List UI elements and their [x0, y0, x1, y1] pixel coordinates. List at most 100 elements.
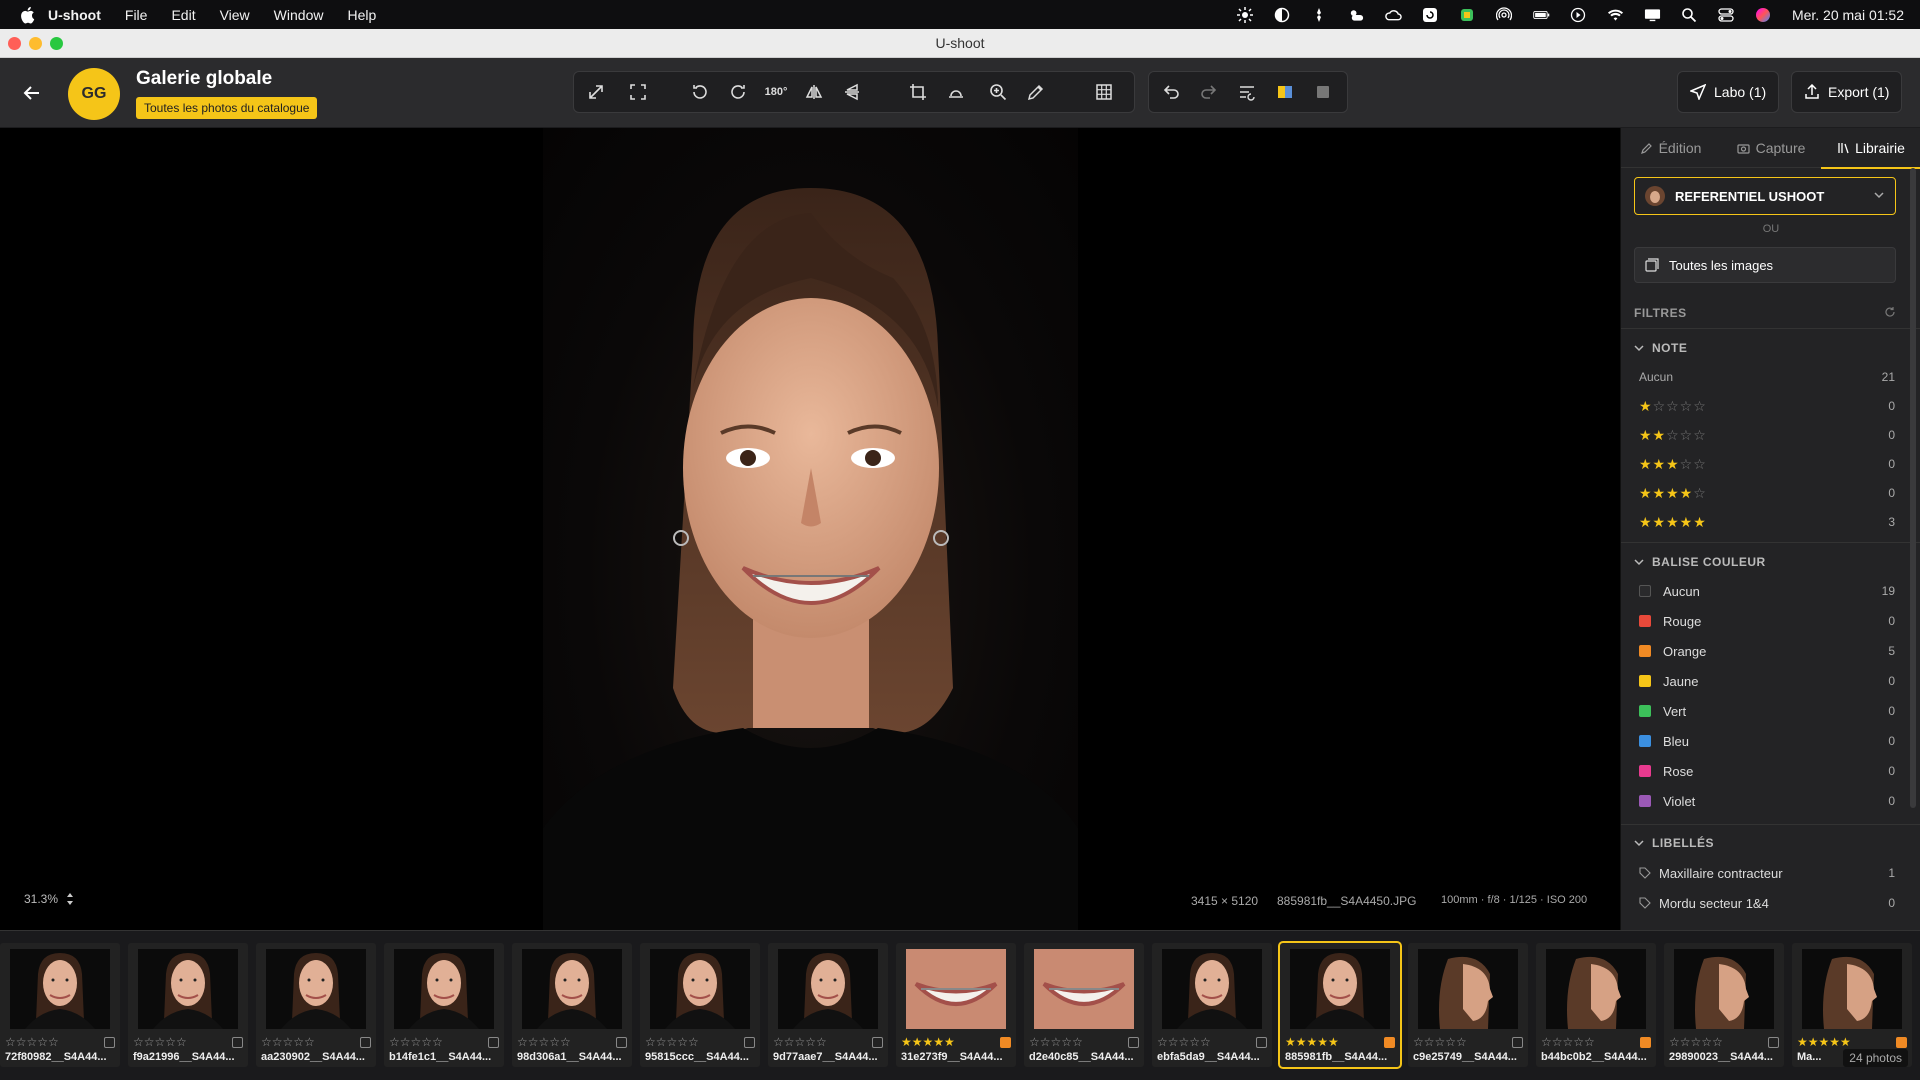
filmstrip-thumb[interactable]: ☆☆☆☆☆ ebfa5da9__S4A44...	[1152, 943, 1272, 1067]
filmstrip-thumb[interactable]: ☆☆☆☆☆ 72f80982__S4A44...	[0, 943, 120, 1067]
color-filter-vert[interactable]: Vert 0	[1639, 699, 1895, 723]
tab-librairie[interactable]: Librairie	[1821, 128, 1920, 169]
thumb-color-tag[interactable]	[1768, 1037, 1779, 1048]
filmstrip-thumb[interactable]: ☆☆☆☆☆ 95815ccc__S4A44...	[640, 943, 760, 1067]
thumb-image[interactable]	[266, 949, 366, 1029]
color-filter-violet[interactable]: Violet 0	[1639, 789, 1895, 813]
rotate-180-button[interactable]: 180°	[758, 72, 794, 112]
filmstrip[interactable]: ☆☆☆☆☆ 72f80982__S4A44... ☆☆☆☆☆ f9a21996__S4…	[0, 930, 1920, 1080]
main-photo[interactable]	[543, 128, 1078, 930]
menu-edit[interactable]: Edit	[171, 7, 195, 23]
thumb-image[interactable]	[1290, 949, 1390, 1029]
play-icon[interactable]	[1570, 6, 1587, 23]
color-filter-jaune[interactable]: Jaune 0	[1639, 669, 1895, 693]
thumb-color-tag[interactable]	[1000, 1037, 1011, 1048]
color-filter-rouge[interactable]: Rouge 0	[1639, 609, 1895, 633]
cloud-icon[interactable]	[1385, 6, 1402, 23]
thumb-rating-stars[interactable]: ☆☆☆☆☆	[1157, 1035, 1211, 1049]
avatar[interactable]: GG	[68, 68, 120, 120]
rating-filter-2[interactable]: ★★☆☆☆ 0	[1639, 423, 1895, 447]
menu-view[interactable]: View	[220, 7, 250, 23]
reset-icon[interactable]	[1884, 306, 1896, 318]
thumb-image[interactable]	[1546, 949, 1646, 1029]
thumb-image[interactable]	[138, 949, 238, 1029]
filmstrip-thumb[interactable]: ★★★★★ 31e273f9__S4A44...	[896, 943, 1016, 1067]
wifi-icon[interactable]	[1607, 6, 1624, 23]
thumb-rating-stars[interactable]: ☆☆☆☆☆	[133, 1035, 187, 1049]
color-filter-bleu[interactable]: Bleu 0	[1639, 729, 1895, 753]
label-filter[interactable]: Maxillaire contracteur 1	[1639, 861, 1895, 885]
filmstrip-thumb[interactable]: ☆☆☆☆☆ c9e25749__S4A44...	[1408, 943, 1528, 1067]
fullscreen-button[interactable]	[620, 72, 656, 112]
thumb-image[interactable]	[1034, 949, 1134, 1029]
thumb-image[interactable]	[650, 949, 750, 1029]
thumb-image[interactable]	[778, 949, 878, 1029]
thumb-rating-stars[interactable]: ★★★★★	[901, 1035, 955, 1049]
color-filter-rose[interactable]: Rose 0	[1639, 759, 1895, 783]
siri-icon[interactable]	[1755, 6, 1772, 23]
back-button[interactable]	[20, 81, 44, 105]
app-status-icon[interactable]	[1311, 6, 1328, 23]
thumb-image[interactable]	[1162, 949, 1262, 1029]
label-filter[interactable]: Mordu secteur 1&4 0	[1639, 891, 1895, 915]
rating-filter-none[interactable]: Aucun 21	[1639, 365, 1895, 389]
thumb-color-tag[interactable]	[1512, 1037, 1523, 1048]
thumb-rating-stars[interactable]: ☆☆☆☆☆	[773, 1035, 827, 1049]
filmstrip-thumb[interactable]: ☆☆☆☆☆ b44bc0b2__S4A44...	[1536, 943, 1656, 1067]
filmstrip-thumb[interactable]: ☆☆☆☆☆ b14fe1c1__S4A44...	[384, 943, 504, 1067]
thumb-rating-stars[interactable]: ☆☆☆☆☆	[645, 1035, 699, 1049]
close-window-button[interactable]	[8, 37, 21, 50]
thumb-image[interactable]	[394, 949, 494, 1029]
minimize-window-button[interactable]	[29, 37, 42, 50]
filmstrip-thumb[interactable]: ☆☆☆☆☆ f9a21996__S4A44...	[128, 943, 248, 1067]
thumb-rating-stars[interactable]: ☆☆☆☆☆	[517, 1035, 571, 1049]
zoom-button[interactable]	[980, 72, 1016, 112]
thumb-rating-stars[interactable]: ☆☆☆☆☆	[1413, 1035, 1467, 1049]
compare-button[interactable]	[1267, 72, 1303, 112]
control-center-icon[interactable]	[1718, 6, 1735, 23]
filmstrip-thumb[interactable]: ☆☆☆☆☆ d2e40c85__S4A44...	[1024, 943, 1144, 1067]
airdrop-icon[interactable]	[1496, 6, 1513, 23]
undo-button[interactable]	[1153, 72, 1189, 112]
thumb-image[interactable]	[1802, 949, 1902, 1029]
color-filter-orange[interactable]: Orange 5	[1639, 639, 1895, 663]
filmstrip-thumb[interactable]: ☆☆☆☆☆ 9d77aae7__S4A44...	[768, 943, 888, 1067]
all-images-button[interactable]: Toutes les images	[1634, 247, 1896, 283]
rating-filter-1[interactable]: ★☆☆☆☆ 0	[1639, 394, 1895, 418]
rating-filter-4[interactable]: ★★★★☆ 0	[1639, 481, 1895, 505]
thumb-color-tag[interactable]	[360, 1037, 371, 1048]
thumb-color-tag[interactable]	[1640, 1037, 1651, 1048]
labo-button[interactable]: Labo (1)	[1677, 71, 1780, 113]
thumb-rating-stars[interactable]: ★★★★★	[1797, 1035, 1851, 1049]
menu-help[interactable]: Help	[347, 7, 376, 23]
night-icon[interactable]	[1274, 6, 1291, 23]
thumb-color-tag[interactable]	[744, 1037, 755, 1048]
note-section-header[interactable]: NOTE	[1634, 341, 1687, 355]
adjust-list-button[interactable]	[1229, 72, 1265, 112]
thumb-image[interactable]	[1674, 949, 1774, 1029]
thumb-rating-stars[interactable]: ☆☆☆☆☆	[1029, 1035, 1083, 1049]
thumb-image[interactable]	[1418, 949, 1518, 1029]
rating-filter-3[interactable]: ★★★☆☆ 0	[1639, 452, 1895, 476]
thumb-color-tag[interactable]	[616, 1037, 627, 1048]
rotate-right-button[interactable]	[720, 72, 756, 112]
filmstrip-thumb[interactable]: ☆☆☆☆☆ aa230902__S4A44...	[256, 943, 376, 1067]
crop-button[interactable]	[900, 72, 936, 112]
brightness-icon[interactable]	[1237, 6, 1254, 23]
tab-capture[interactable]: Capture	[1721, 128, 1821, 168]
thumb-color-tag[interactable]	[1256, 1037, 1267, 1048]
color-filter-aucun[interactable]: Aucun 19	[1639, 579, 1895, 603]
rating-filter-5[interactable]: ★★★★★ 3	[1639, 510, 1895, 534]
export-button[interactable]: Export (1)	[1791, 71, 1903, 113]
display-icon[interactable]	[1644, 6, 1661, 23]
colorful-app-icon[interactable]	[1459, 6, 1476, 23]
thumb-image[interactable]	[906, 949, 1006, 1029]
thumb-color-tag[interactable]	[488, 1037, 499, 1048]
thumb-rating-stars[interactable]: ☆☆☆☆☆	[261, 1035, 315, 1049]
search-icon[interactable]	[1681, 6, 1698, 23]
thumb-image[interactable]	[10, 949, 110, 1029]
filmstrip-thumb[interactable]: ☆☆☆☆☆ 29890023__S4A44...	[1664, 943, 1784, 1067]
menu-window[interactable]: Window	[274, 7, 324, 23]
color-section-header[interactable]: BALISE COULEUR	[1634, 555, 1766, 569]
zoom-window-button[interactable]	[50, 37, 63, 50]
